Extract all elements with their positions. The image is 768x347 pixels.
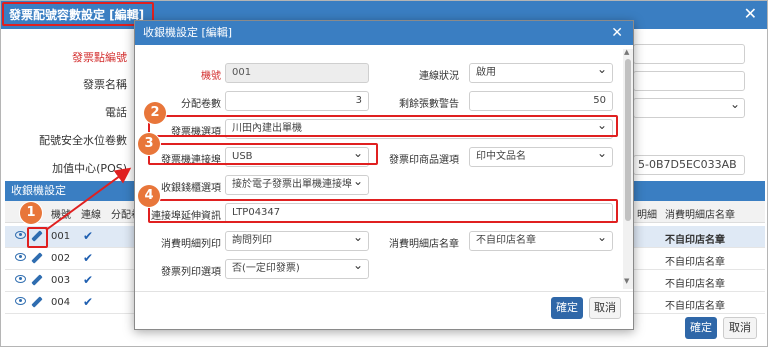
step-badge-1: 1 xyxy=(20,202,42,224)
step-badge-2: 2 xyxy=(144,102,166,124)
step-badge-4: 4 xyxy=(138,185,160,207)
step-badge-3: 3 xyxy=(138,133,160,155)
pointer-arrow xyxy=(45,167,132,231)
